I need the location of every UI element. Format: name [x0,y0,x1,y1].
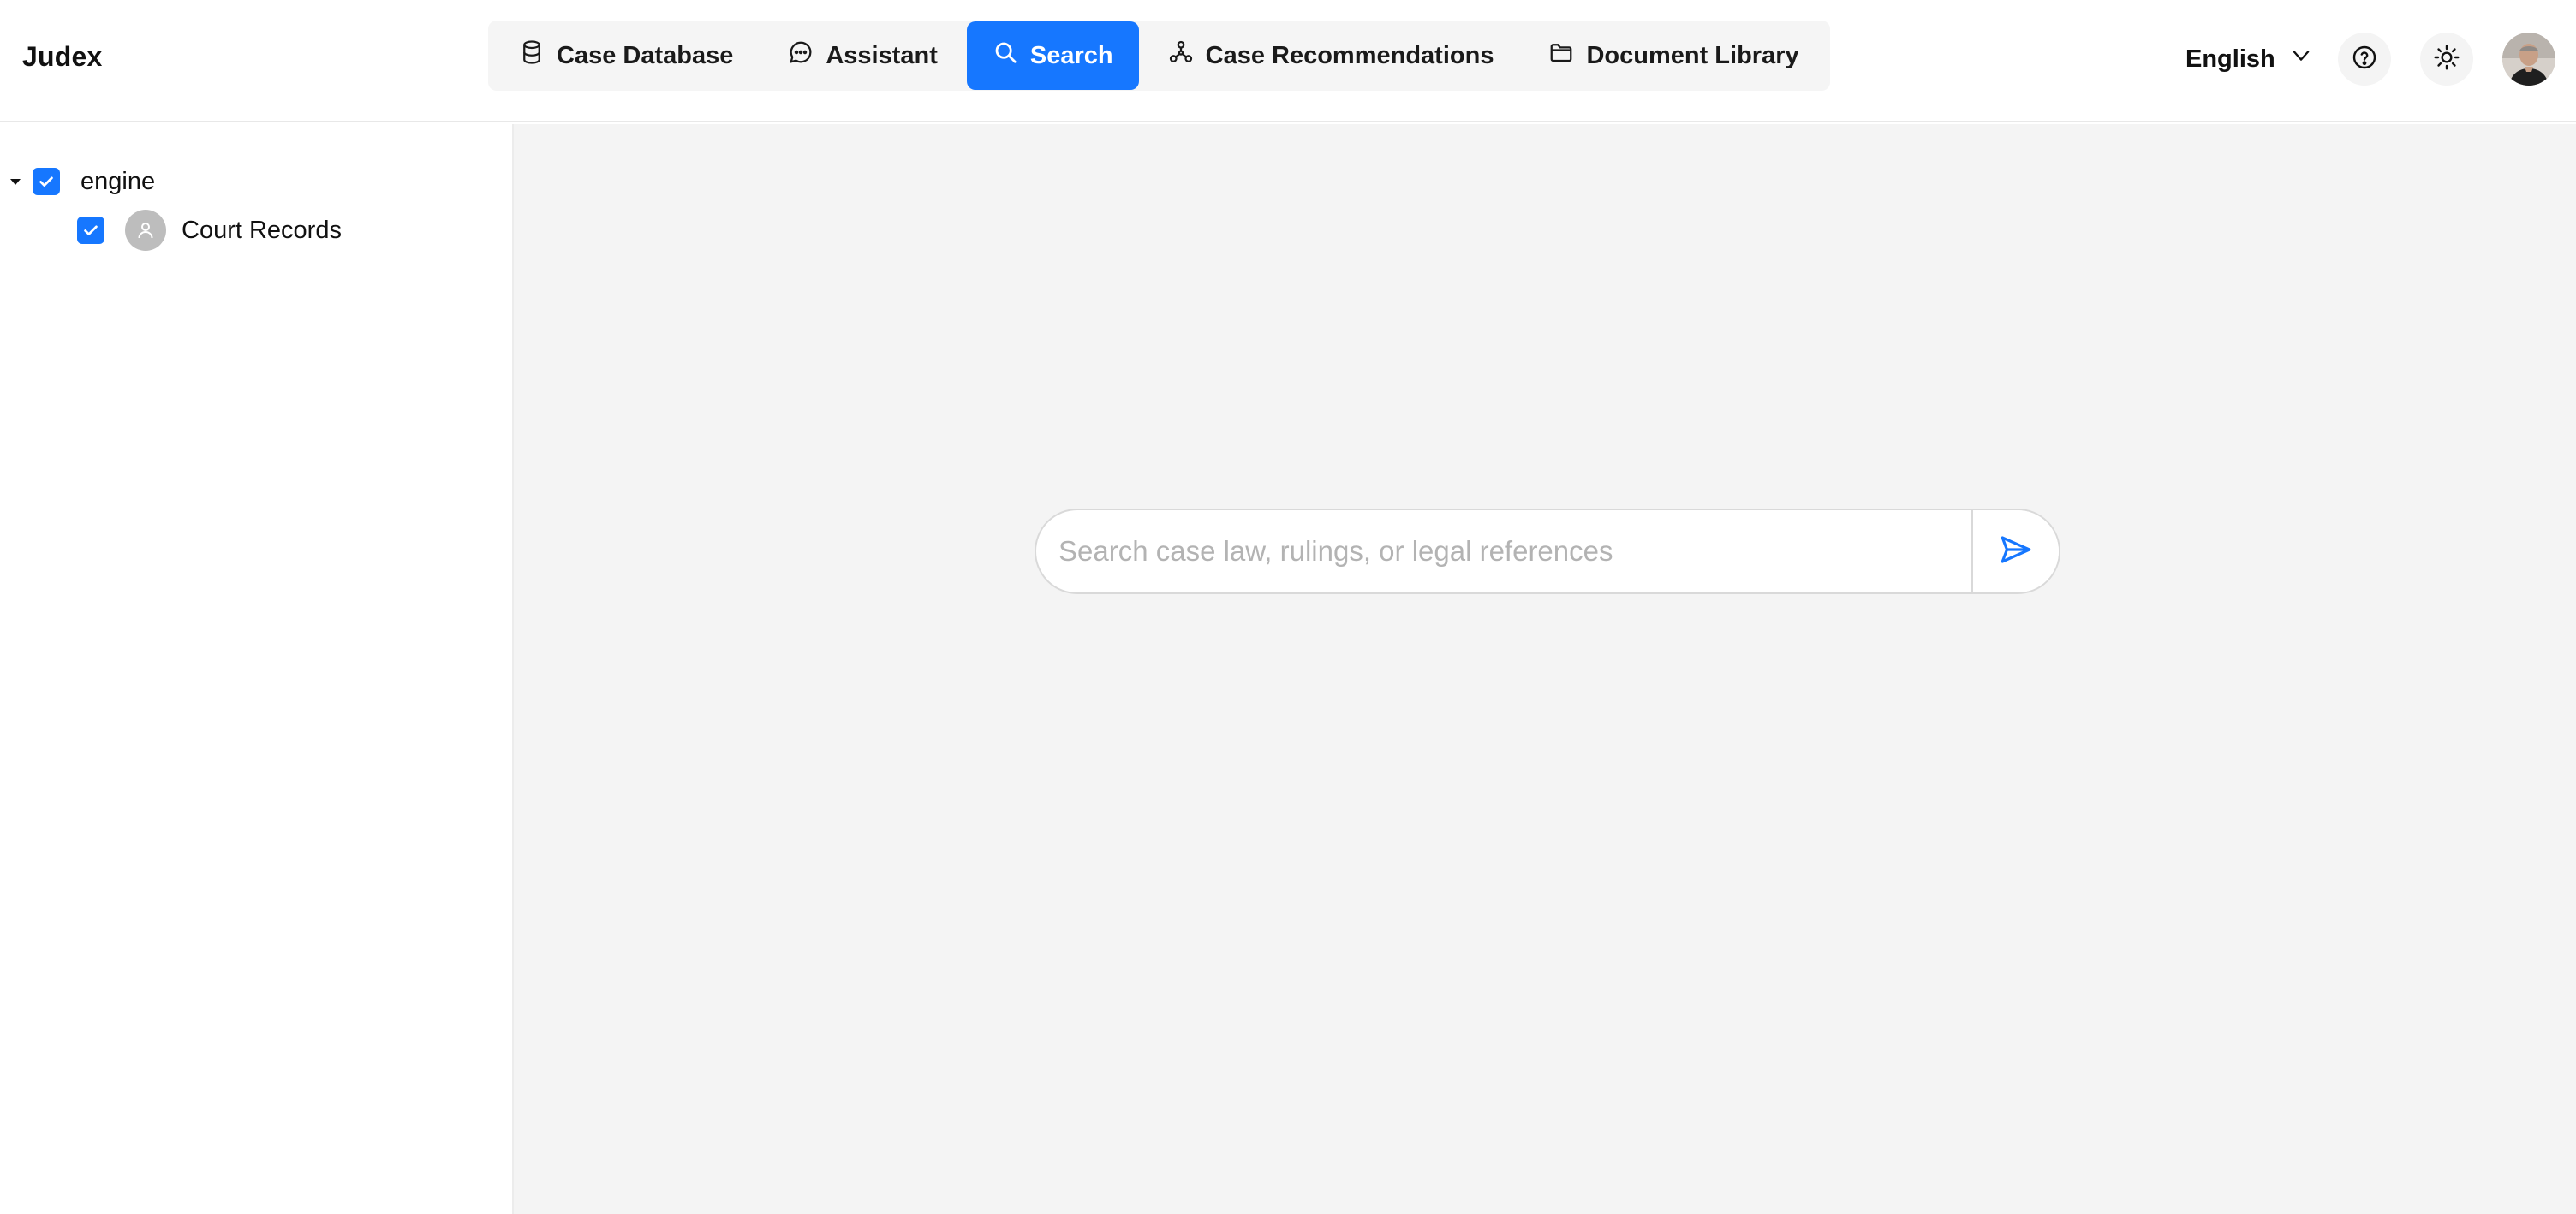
search-icon [993,39,1018,72]
tree-node-label: engine [80,167,156,195]
tab-search[interactable]: Search [966,21,1139,90]
main-content [514,124,2576,1214]
language-selector[interactable]: English [2185,39,2313,79]
tab-label: Case Database [557,41,734,69]
main-nav: Case Database Assistant Search Case Reco… [488,21,1830,91]
database-icon [519,39,545,72]
theme-toggle-button[interactable] [2420,33,2473,86]
language-label: English [2185,45,2275,73]
folder-icon [1548,39,1574,72]
avatar[interactable] [2502,33,2555,86]
tree-node-label: Court Records [182,216,342,244]
top-header: Judex Case Database Assistant Search Cas… [0,0,2576,122]
tab-document-library[interactable]: Document Library [1523,21,1824,90]
tab-label: Assistant [826,41,938,69]
engine-checkbox[interactable] [33,168,60,195]
checkmark-icon [39,176,53,187]
tab-case-recommendations[interactable]: Case Recommendations [1142,21,1520,90]
tab-label: Search [1029,41,1113,69]
user-avatar-image [2502,33,2555,86]
network-icon [1168,39,1194,72]
help-icon [2351,44,2378,75]
tab-assistant[interactable]: Assistant [762,21,963,90]
checkmark-icon [84,225,98,235]
tree-node-engine: engine [7,161,155,202]
tab-label: Case Recommendations [1205,41,1494,69]
search-input[interactable] [1036,510,1971,592]
chat-bubble-icon [788,39,814,72]
chevron-down-icon [2289,44,2313,74]
caret-down-icon[interactable] [7,173,24,190]
send-icon [1998,532,2034,572]
app-logo: Judex [22,41,103,72]
tree-node-court-records: Court Records [77,210,342,251]
tab-label: Document Library [1586,41,1799,69]
tab-case-database[interactable]: Case Database [493,21,759,90]
sun-icon [2433,44,2460,75]
sidebar-tree: engine Court Records [0,124,514,1214]
search-bar [1035,509,2060,594]
help-button[interactable] [2338,33,2391,86]
user-icon [125,210,166,251]
court-records-checkbox[interactable] [77,217,104,244]
send-button[interactable] [1971,510,2059,592]
